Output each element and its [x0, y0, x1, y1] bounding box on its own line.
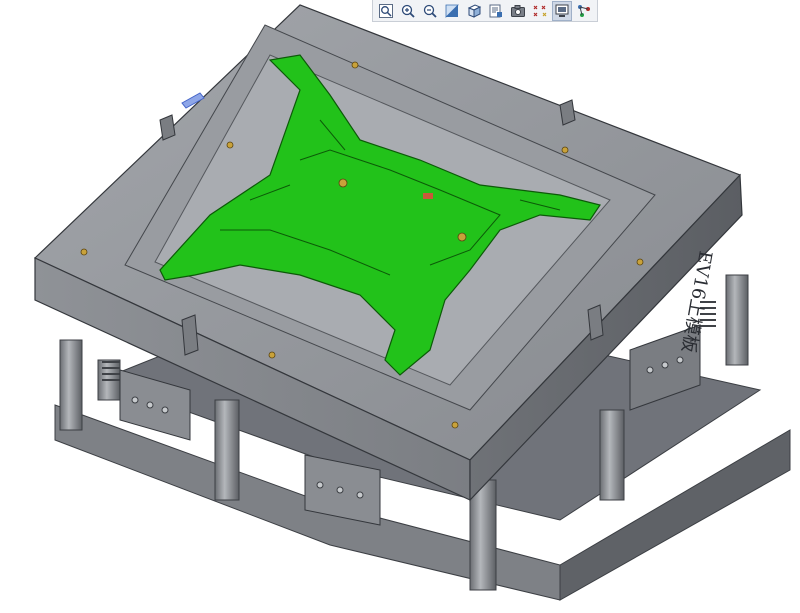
- zoom-fit-icon[interactable]: [376, 1, 396, 21]
- shaded-cube-icon[interactable]: [464, 1, 484, 21]
- camera-icon[interactable]: [508, 1, 528, 21]
- zoom-in-icon[interactable]: [398, 1, 418, 21]
- 3d-model-viewport[interactable]: EV16上模板: [0, 0, 800, 613]
- zoom-out-icon[interactable]: [420, 1, 440, 21]
- datum-points-icon[interactable]: [530, 1, 550, 21]
- saved-views-icon[interactable]: [486, 1, 506, 21]
- display-style-icon[interactable]: [552, 1, 572, 21]
- marker: [423, 193, 433, 199]
- repaint-icon[interactable]: [442, 1, 462, 21]
- spin-center-icon[interactable]: [574, 1, 594, 21]
- view-toolbar: [372, 0, 598, 22]
